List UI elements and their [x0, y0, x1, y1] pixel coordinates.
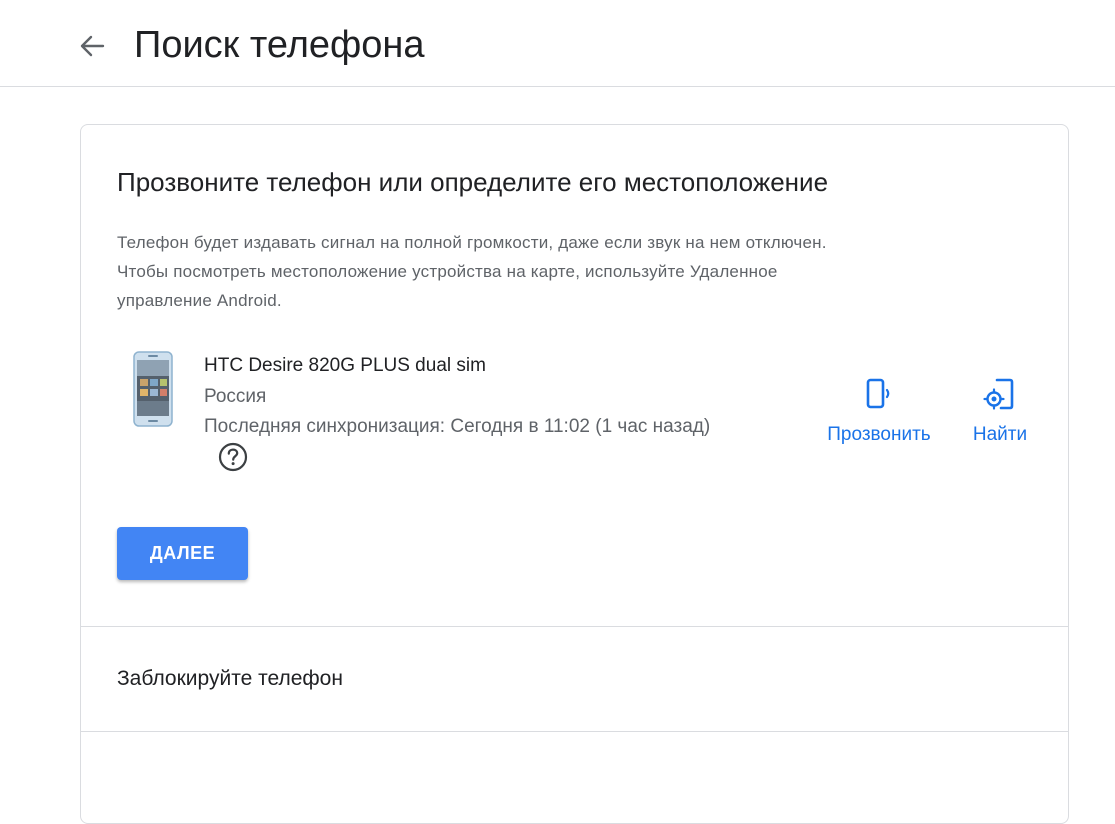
device-image — [133, 351, 173, 427]
lock-phone-section[interactable]: Заблокируйте телефон — [81, 627, 1068, 731]
find-label: Найти — [972, 424, 1028, 445]
page-title: Поиск телефона — [134, 24, 425, 66]
description-line: управление Android. — [117, 291, 282, 310]
description-line: Телефон будет издавать сигнал на полной … — [117, 233, 827, 252]
description-line: Чтобы посмотреть местоположение устройст… — [117, 262, 778, 281]
find-button[interactable]: Найти — [967, 377, 1033, 447]
ring-locate-card: Прозвоните телефон или определите его ме… — [80, 124, 1069, 824]
app-header: Поиск телефона — [0, 0, 1115, 87]
device-country: Россия — [204, 386, 267, 407]
card-title: Прозвоните телефон или определите его ме… — [117, 167, 829, 197]
divider — [81, 731, 1068, 732]
lock-phone-label: Заблокируйте телефон — [117, 667, 343, 690]
back-button[interactable] — [72, 26, 112, 66]
ring-button[interactable]: Прозвонить — [817, 377, 941, 447]
device-last-sync: Последняя синхронизация: Сегодня в 11:02… — [204, 416, 711, 437]
next-button[interactable]: ДАЛЕЕ — [117, 527, 248, 580]
card-description: Телефон будет издавать сигнал на полной … — [117, 228, 1037, 315]
help-button[interactable] — [216, 440, 250, 474]
device-name: HTC Desire 820G PLUS dual sim — [204, 355, 486, 376]
help-circle-icon — [218, 442, 248, 472]
phone-ring-icon — [866, 378, 890, 409]
arrow-left-icon — [80, 35, 105, 57]
ring-label: Прозвонить — [827, 424, 931, 445]
locate-device-icon — [983, 378, 1014, 410]
